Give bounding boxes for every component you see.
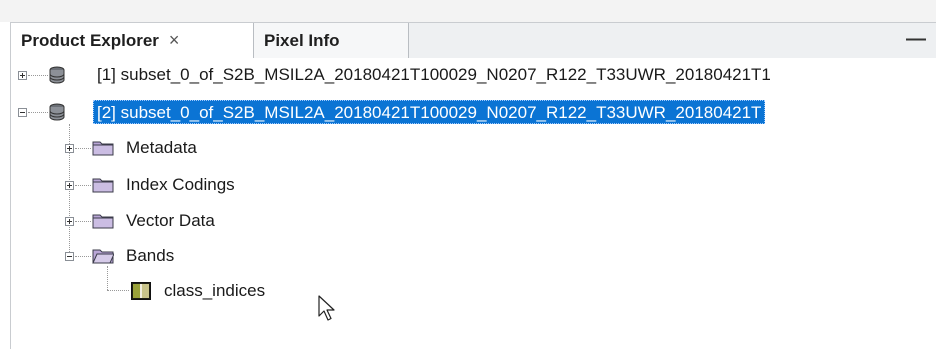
tree-item-class-indices[interactable]: class_indices [164,281,265,301]
tree-item-index-codings[interactable]: Index Codings [126,175,235,195]
product-item-1[interactable]: [1] subset_0_of_S2B_MSIL2A_20180421T1000… [97,65,771,85]
close-icon[interactable]: × [169,30,180,51]
product-tree: [1] subset_0_of_S2B_MSIL2A_20180421T1000… [10,58,936,349]
band-icon [131,282,151,300]
tree-item-vector-data[interactable]: Vector Data [126,211,215,231]
tab-label: Product Explorer [21,30,159,50]
folder-icon [92,178,114,193]
tab-bar: Product Explorer × Pixel Info — [10,22,936,58]
tree-connector [75,185,91,186]
tree-connector [28,75,48,76]
folder-open-icon [92,249,114,264]
folder-icon [92,141,114,156]
database-icon [49,103,65,121]
tree-connector [28,112,48,113]
tree-connector [75,148,91,149]
tree-connector [75,221,91,222]
database-icon [49,66,65,84]
tree-connector [75,256,91,257]
expand-icon[interactable] [65,144,74,153]
minimize-button[interactable]: — [906,28,926,51]
collapse-icon[interactable] [65,252,74,261]
expand-icon[interactable] [18,71,27,80]
tree-connector [107,266,108,290]
tab-product-explorer[interactable]: Product Explorer × [11,23,254,58]
tree-connector [107,290,129,291]
expand-icon[interactable] [65,181,74,190]
top-strip [0,0,936,22]
collapse-icon[interactable] [18,108,27,117]
product-item-2[interactable]: [2] subset_0_of_S2B_MSIL2A_20180421T1000… [93,100,766,124]
tab-label: Pixel Info [264,30,340,50]
tab-pixel-info[interactable]: Pixel Info [254,23,409,58]
expand-icon[interactable] [65,217,74,226]
tree-item-metadata[interactable]: Metadata [126,138,197,158]
tree-item-bands[interactable]: Bands [126,246,174,266]
mouse-cursor-icon [318,295,335,321]
folder-icon [92,214,114,229]
